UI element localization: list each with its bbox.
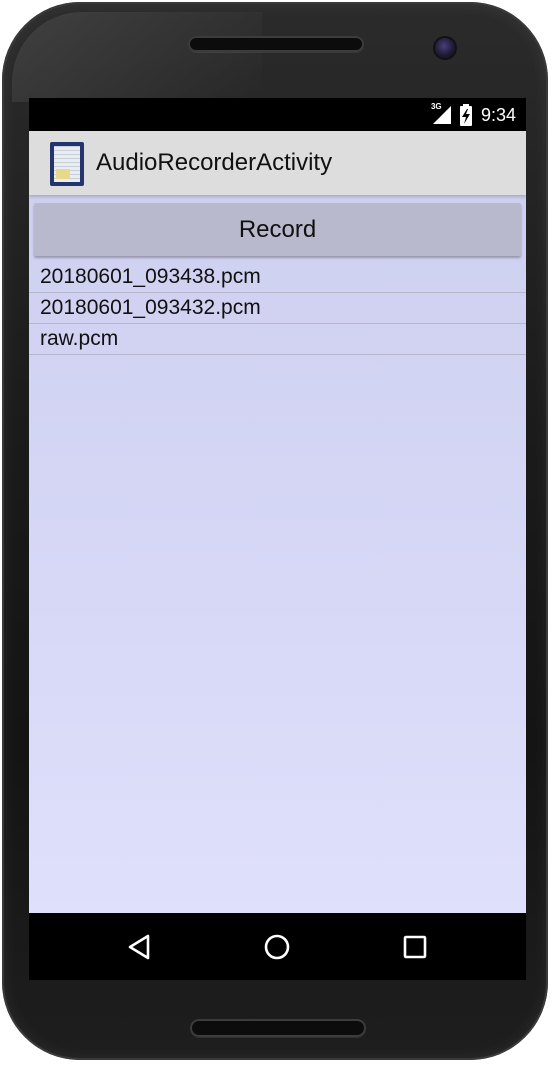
home-button[interactable] [257,927,297,967]
app-notebook-icon [50,142,84,186]
earpiece-speaker [188,36,364,52]
bezel-glare [12,12,262,102]
record-button[interactable]: Record [34,203,521,256]
home-icon [264,934,290,960]
app-title: AudioRecorderActivity [96,149,333,176]
signal-indicator: 3G [430,102,453,125]
status-clock: 9:34 [480,104,516,125]
front-camera [435,38,455,58]
screen: 3G 9:34 AudioRecorderActivity Record 201… [29,98,526,980]
network-type: 3G [430,102,442,111]
app-icon-sticky-note [56,169,70,179]
file-list-item[interactable]: 20180601_093432.pcm [29,293,526,324]
action-bar: AudioRecorderActivity [29,131,526,195]
recents-button[interactable] [395,927,435,967]
navigation-bar [29,913,526,980]
back-icon [128,934,150,960]
back-button[interactable] [120,927,160,967]
status-bar: 3G 9:34 [29,98,526,131]
recording-file-list: 20180601_093438.pcm 20180601_093432.pcm … [29,262,526,355]
device-frame: 3G 9:34 AudioRecorderActivity Record 201… [2,2,548,1060]
recents-icon [403,935,427,959]
bottom-speaker [190,1019,366,1037]
battery-charging-icon [459,104,472,126]
file-list-item[interactable]: 20180601_093438.pcm [29,262,526,293]
file-list-item[interactable]: raw.pcm [29,324,526,355]
main-content: Record 20180601_093438.pcm 20180601_0934… [29,195,526,913]
status-icons: 3G 9:34 [430,102,516,126]
